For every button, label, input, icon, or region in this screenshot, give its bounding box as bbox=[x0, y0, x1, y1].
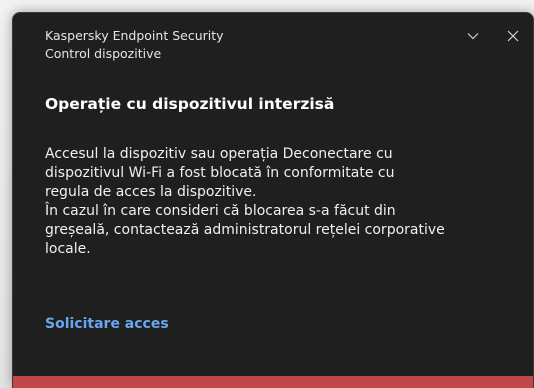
app-name: Kaspersky Endpoint Security bbox=[45, 28, 224, 43]
status-accent-bar bbox=[13, 376, 533, 388]
close-icon bbox=[507, 30, 519, 42]
notification-message: Accesul la dispozitiv sau operația Decon… bbox=[45, 145, 515, 259]
request-access-link[interactable]: Solicitare acces bbox=[45, 316, 169, 332]
notification-header: Kaspersky Endpoint Security Control disp… bbox=[45, 27, 224, 63]
close-button[interactable] bbox=[493, 23, 533, 49]
chevron-down-icon bbox=[467, 33, 479, 40]
component-name: Control dispozitive bbox=[45, 46, 162, 61]
message-line: dispozitivul Wi-Fi a fost blocată în con… bbox=[45, 165, 395, 181]
message-line: Accesul la dispozitiv sau operația Decon… bbox=[45, 146, 393, 162]
message-line: regula de acces la dispozitive. bbox=[45, 184, 257, 200]
message-line: greșeală, contactează administratorul re… bbox=[45, 222, 445, 238]
collapse-button[interactable] bbox=[453, 23, 493, 49]
message-line: În cazul în care consideri că blocarea s… bbox=[45, 203, 396, 219]
header-controls bbox=[453, 23, 533, 49]
notification-title: Operație cu dispozitivul interzisă bbox=[45, 95, 335, 113]
message-line: locale. bbox=[45, 241, 91, 257]
notification-toast: Kaspersky Endpoint Security Control disp… bbox=[12, 12, 534, 388]
